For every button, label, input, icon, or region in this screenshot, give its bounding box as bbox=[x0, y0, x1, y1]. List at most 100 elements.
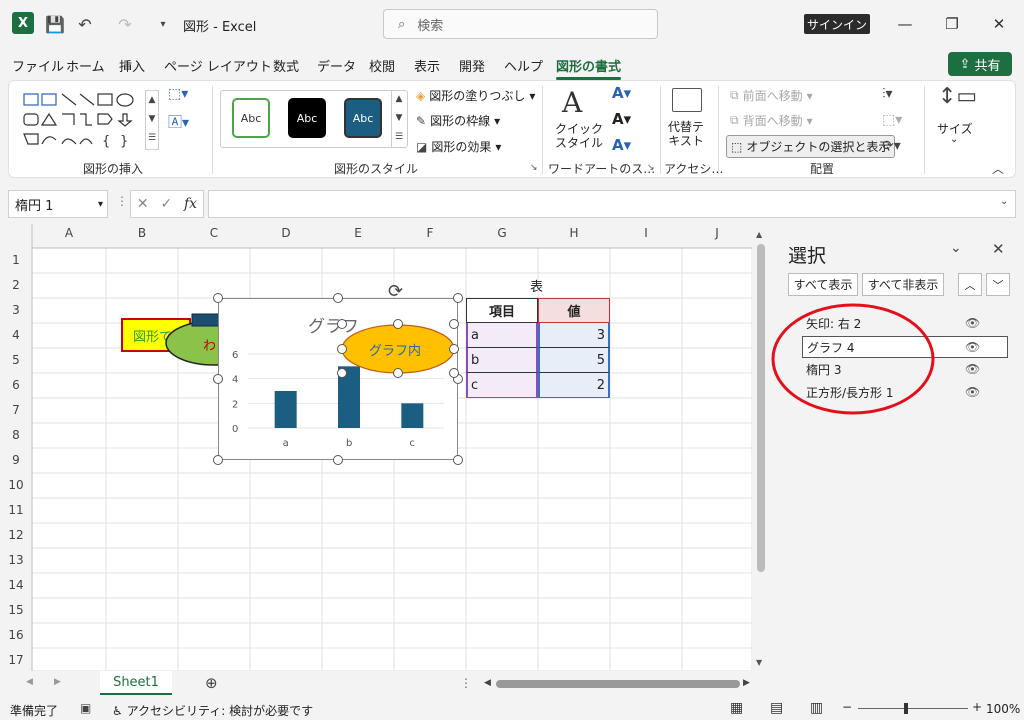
table-cell[interactable]: 3 bbox=[538, 323, 610, 348]
undo-icon[interactable]: ↶ bbox=[74, 13, 96, 35]
visibility-eye-icon[interactable]: 👁 bbox=[965, 362, 980, 376]
row-header[interactable]: 16 bbox=[0, 628, 32, 642]
tab-formulas[interactable]: 数式 bbox=[273, 56, 299, 75]
text-effects-icon[interactable]: A▾ bbox=[612, 136, 631, 154]
resize-handle[interactable] bbox=[213, 374, 223, 384]
column-header[interactable]: E bbox=[322, 226, 394, 240]
tab-insert[interactable]: 挿入 bbox=[119, 56, 145, 75]
share-button[interactable]: ⇪ 共有 bbox=[948, 52, 1012, 76]
chart-bar[interactable] bbox=[274, 391, 297, 428]
column-header[interactable]: I bbox=[610, 226, 682, 240]
column-header[interactable]: B bbox=[106, 226, 178, 240]
scroll-right-icon[interactable]: ▶ bbox=[743, 678, 750, 688]
vertical-scrollbar-thumb[interactable] bbox=[757, 244, 765, 572]
row-header[interactable]: 14 bbox=[0, 578, 32, 592]
visibility-eye-icon[interactable]: 👁 bbox=[965, 340, 980, 354]
table-cell[interactable]: a bbox=[466, 323, 538, 348]
row-header[interactable]: 8 bbox=[0, 428, 32, 442]
visibility-eye-icon[interactable]: 👁 bbox=[965, 385, 980, 399]
pane-options-icon[interactable]: ⌄ bbox=[950, 240, 962, 256]
row-header[interactable]: 7 bbox=[0, 403, 32, 417]
resize-handle[interactable] bbox=[333, 293, 343, 303]
style-swatch-dark[interactable]: Abc bbox=[288, 98, 326, 138]
resize-handle[interactable] bbox=[449, 319, 459, 329]
shape-effects-button[interactable]: ◪ 図形の効果 ▾ bbox=[416, 138, 501, 155]
tab-home[interactable]: ホーム bbox=[66, 56, 105, 75]
tab-view[interactable]: 表示 bbox=[414, 56, 440, 75]
row-header[interactable]: 15 bbox=[0, 603, 32, 617]
column-header[interactable]: D bbox=[250, 226, 322, 240]
table-header-cell[interactable]: 値 bbox=[538, 298, 610, 323]
gallery-scroll[interactable]: ▲ ▼ ☰ bbox=[145, 90, 159, 150]
pane-close-icon[interactable]: ✕ bbox=[992, 240, 1005, 258]
scroll-left-icon[interactable]: ◀ bbox=[484, 678, 491, 688]
move-up-icon[interactable]: ︿ bbox=[958, 273, 982, 296]
horizontal-scrollbar-thumb[interactable] bbox=[496, 680, 740, 688]
visibility-eye-icon[interactable]: 👁 bbox=[965, 316, 980, 330]
macro-record-icon[interactable]: ▣ bbox=[80, 701, 91, 715]
quick-style-button[interactable]: クイック スタイル bbox=[555, 122, 603, 150]
resize-handle[interactable] bbox=[453, 455, 463, 465]
column-header[interactable]: J bbox=[682, 226, 752, 240]
tab-developer[interactable]: 開発 bbox=[459, 56, 485, 75]
row-header[interactable]: 4 bbox=[0, 328, 32, 342]
quick-style-icon[interactable]: A bbox=[562, 86, 582, 119]
tab-data[interactable]: データ bbox=[317, 56, 356, 75]
resize-handle[interactable] bbox=[393, 319, 403, 329]
table-cell[interactable]: c bbox=[466, 373, 538, 398]
zoom-slider[interactable] bbox=[858, 708, 968, 709]
zoom-level[interactable]: 100% bbox=[986, 702, 1020, 716]
resize-handle[interactable] bbox=[213, 455, 223, 465]
save-icon[interactable]: 💾 bbox=[44, 13, 66, 35]
resize-handle[interactable] bbox=[337, 368, 347, 378]
row-header[interactable]: 3 bbox=[0, 303, 32, 317]
redo-icon[interactable]: ↷ bbox=[114, 13, 136, 35]
row-header[interactable]: 17 bbox=[0, 653, 32, 667]
table-header-cell[interactable]: 項目 bbox=[466, 298, 538, 323]
accessibility-status[interactable]: ♿ アクセシビリティ: 検討が必要です bbox=[112, 702, 313, 719]
column-header[interactable]: C bbox=[178, 226, 250, 240]
rotate-icon[interactable]: ⟳▾ bbox=[882, 138, 901, 154]
collapse-ribbon-icon[interactable]: ︿ bbox=[992, 160, 1004, 177]
show-all-button[interactable]: すべて表示 bbox=[788, 273, 858, 296]
zoom-in-icon[interactable]: + bbox=[972, 700, 982, 714]
sheet-tab-sheet1[interactable]: Sheet1 bbox=[100, 671, 172, 695]
add-sheet-icon[interactable]: ⊕ bbox=[205, 674, 218, 692]
resize-handle[interactable] bbox=[337, 319, 347, 329]
row-header[interactable]: 10 bbox=[0, 478, 32, 492]
signin-button[interactable]: サインイン bbox=[804, 14, 870, 34]
row-header[interactable]: 12 bbox=[0, 528, 32, 542]
normal-view-icon[interactable]: ▦ bbox=[730, 700, 743, 716]
row-header[interactable]: 6 bbox=[0, 378, 32, 392]
row-header[interactable]: 5 bbox=[0, 353, 32, 367]
column-header[interactable]: A bbox=[32, 226, 106, 240]
tab-page-layout[interactable]: ページ レイアウト bbox=[164, 56, 272, 75]
tab-review[interactable]: 校閲 bbox=[369, 56, 395, 75]
align-icon[interactable]: ⫶▾ bbox=[882, 86, 893, 102]
prev-sheet-icon[interactable]: ◀ bbox=[26, 677, 33, 687]
expand-formula-icon[interactable]: ⌄ bbox=[1000, 196, 1008, 207]
row-header[interactable]: 1 bbox=[0, 253, 32, 267]
shape-fill-button[interactable]: ◈ 図形の塗りつぶし ▾ bbox=[416, 87, 535, 104]
text-fill-icon[interactable]: A▾ bbox=[612, 84, 631, 102]
resize-handle[interactable] bbox=[449, 343, 459, 354]
selection-pane-button[interactable]: ⬚ オブジェクトの選択と表示 bbox=[726, 135, 896, 158]
zoom-out-icon[interactable]: − bbox=[842, 700, 852, 714]
shape-gallery[interactable]: {} bbox=[22, 90, 162, 150]
search-box[interactable]: ⌕ 検索 bbox=[383, 9, 658, 39]
row-header[interactable]: 2 bbox=[0, 278, 32, 292]
row-header[interactable]: 13 bbox=[0, 553, 32, 567]
textbox-icon[interactable]: 🄰▾ bbox=[168, 112, 189, 132]
cancel-icon[interactable]: ✕ bbox=[137, 196, 149, 212]
insert-function-icon[interactable]: fx bbox=[184, 196, 197, 212]
resize-handle[interactable] bbox=[453, 293, 463, 303]
table-cell[interactable]: 5 bbox=[538, 348, 610, 373]
page-layout-view-icon[interactable]: ▤ bbox=[770, 700, 783, 716]
style-gallery-scroll[interactable]: ▲ ▼ ☰ bbox=[391, 90, 406, 148]
scroll-up-icon[interactable]: ▲ bbox=[756, 230, 762, 239]
tab-help[interactable]: ヘルプ bbox=[504, 56, 543, 75]
resize-handle[interactable] bbox=[449, 368, 459, 378]
table-cell[interactable]: b bbox=[466, 348, 538, 373]
edit-shape-icon[interactable]: ⬚▾ bbox=[168, 86, 188, 102]
tab-file[interactable]: ファイル bbox=[12, 56, 64, 75]
